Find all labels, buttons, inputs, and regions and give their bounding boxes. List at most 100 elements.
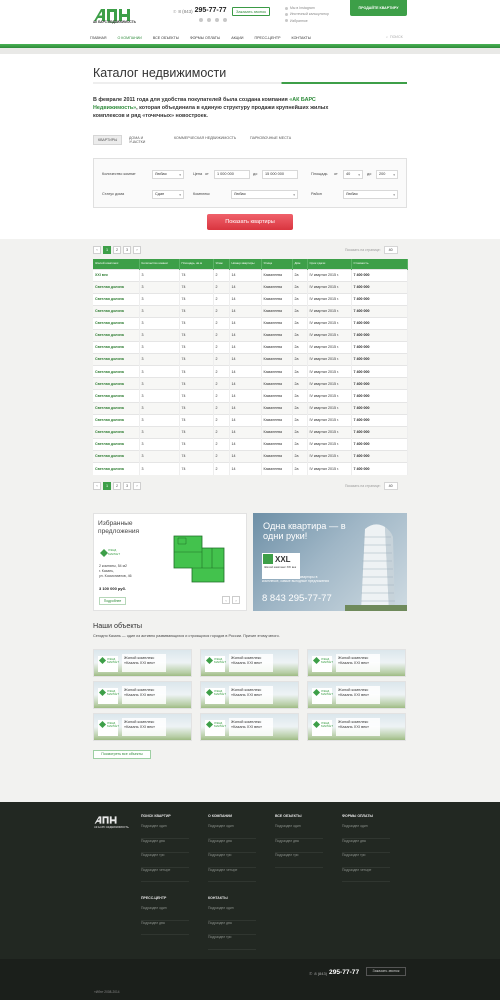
floor-plan-image[interactable]: [164, 524, 236, 596]
object-card[interactable]: ЛЭНД МАРКЕТ Жилой комплекс «Казань XXI ве…: [200, 649, 299, 677]
object-card[interactable]: ЛЭНД МАРКЕТ Жилой комплекс «Казань XXI ве…: [93, 681, 192, 709]
next-page-button[interactable]: ›: [133, 482, 141, 490]
table-row[interactable]: Светлая долина 3 74 2 14 Камалеева 2а IV кварта…: [93, 389, 408, 403]
nav-item-home[interactable]: ГЛАВНАЯ: [90, 36, 106, 40]
table-row[interactable]: Светлая долина 3 74 2 14 Камалеева 2а IV кварта…: [93, 328, 408, 342]
footer-link[interactable]: Подраздел один: [208, 906, 256, 921]
nav-item-about[interactable]: О КОМПАНИИ: [117, 36, 141, 40]
tab-apartments[interactable]: КВАРТИРЫ: [93, 135, 123, 146]
cell-complex[interactable]: Светлая долина: [93, 425, 140, 439]
tab-commercial[interactable]: КОММЕРЧЕСКАЯ НЕДВИЖИМОСТЬ: [174, 136, 236, 140]
col-header-number[interactable]: Номер квартиры: [229, 259, 262, 269]
chevron-right-icon[interactable]: ›: [232, 596, 240, 604]
footer-col-title[interactable]: ВСЕ ОБЪЕКТЫ: [275, 814, 335, 818]
table-row[interactable]: Светлая долина 3 74 2 14 Камалеева 2а IV кварта…: [93, 377, 408, 390]
object-card[interactable]: ЛЭНД МАРКЕТ Жилой комплекс «Казань XXI ве…: [200, 681, 299, 709]
object-card[interactable]: ЛЭНД МАРКЕТ Жилой комплекс «Казань XXI ве…: [93, 649, 192, 677]
table-row[interactable]: Светлая долина 3 74 2 14 Камалеева 2а IV кварта…: [93, 401, 408, 415]
footer-col-title[interactable]: ФОРМЫ ОПЛАТЫ: [342, 814, 402, 818]
table-row[interactable]: Светлая долина 3 74 2 14 Камалеева 2а IV кварта…: [93, 280, 408, 294]
promo-banner[interactable]: Одна квартира — в одни руки! XXL Жилой к…: [253, 513, 407, 611]
instagram-icon[interactable]: [223, 18, 227, 22]
nav-item-press[interactable]: ПРЕСС-ЦЕНТР: [255, 36, 281, 40]
footer-col-title[interactable]: КОНТАКТЫ: [208, 896, 268, 900]
footer-logo[interactable]: [94, 814, 122, 826]
footer-col-title[interactable]: ПОИСК КВАРТИР: [141, 814, 201, 818]
footer-link[interactable]: Подраздел четыре: [141, 868, 189, 883]
cell-complex[interactable]: Светлая долина: [93, 437, 140, 451]
table-row[interactable]: Светлая долина 3 74 2 14 Камалеева 2а IV кварта…: [93, 425, 408, 439]
footer-link[interactable]: Подраздел четыре: [208, 868, 256, 883]
footer-link[interactable]: Подраздел два: [141, 921, 189, 936]
header-link-instagram[interactable]: Мы в Instagram: [285, 6, 341, 10]
footer-link[interactable]: Подраздел один: [275, 824, 323, 839]
price-to-input[interactable]: 15 000 000: [262, 170, 298, 179]
col-header-price[interactable]: Стоимость: [351, 259, 408, 269]
footer-link[interactable]: Подраздел три: [275, 853, 323, 868]
footer-link[interactable]: Подраздел два: [342, 839, 390, 854]
footer-link[interactable]: Подраздел два: [275, 839, 323, 854]
next-page-button[interactable]: ›: [133, 246, 141, 254]
table-row[interactable]: Светлая долина 3 74 2 14 Камалеева 2а IV кварта…: [93, 437, 408, 451]
page-button-2[interactable]: 2: [113, 246, 121, 254]
cell-complex[interactable]: Светлая долина: [93, 401, 140, 415]
price-from-input[interactable]: 1 000 000: [214, 170, 250, 179]
cell-complex[interactable]: Светлая долина: [93, 316, 140, 330]
footer-link[interactable]: Подраздел два: [141, 839, 189, 854]
show-all-objects-button[interactable]: Посмотреть все объекты: [93, 750, 151, 759]
twitter-icon[interactable]: [215, 18, 219, 22]
area-to-select[interactable]: 200 ▾: [376, 170, 398, 179]
nav-item-contacts[interactable]: КОНТАКТЫ: [292, 36, 311, 40]
footer-link[interactable]: Подраздел один: [141, 906, 189, 921]
page-button-2[interactable]: 2: [113, 482, 121, 490]
offer-more-button[interactable]: Подробнее: [99, 597, 126, 605]
table-row[interactable]: Светлая долина 3 74 2 14 Камалеева 2а IV кварта…: [93, 449, 408, 463]
footer-link[interactable]: Подраздел четыре: [342, 868, 390, 883]
footer-link[interactable]: Подраздел один: [141, 824, 189, 839]
footer-link[interactable]: Подраздел три: [141, 853, 189, 868]
cell-complex[interactable]: Светлая долина: [93, 377, 140, 390]
col-header-street[interactable]: Улица: [261, 259, 293, 269]
cell-complex[interactable]: Светлая долина: [93, 365, 140, 378]
footer-col-title[interactable]: ПРЕСС-ЦЕНТР: [141, 896, 201, 900]
table-row[interactable]: Светлая долина 3 74 2 14 Камалеева 2а IV кварта…: [93, 461, 408, 475]
chevron-left-icon[interactable]: ‹: [222, 596, 230, 604]
header-link-calculator[interactable]: Ипотечный калькулятор: [285, 12, 341, 16]
tab-houses[interactable]: ДОМА И УЧАСТКИ: [129, 136, 155, 145]
table-row[interactable]: Светлая долина 3 74 2 14 Камалеева 2а IV кварта…: [93, 413, 408, 427]
footer-link[interactable]: Подраздел один: [342, 824, 390, 839]
per-page-select[interactable]: 40: [383, 246, 398, 254]
footer-callback-button[interactable]: Заказать звонок: [366, 967, 406, 976]
table-row[interactable]: Светлая долина 3 74 2 14 Камалеева 2а IV кварта…: [93, 292, 408, 306]
show-apartments-button[interactable]: Показать квартиры: [207, 214, 293, 230]
table-row[interactable]: XXI век 3 74 2 14 Камалеева 2а IV квартал 2015 …: [93, 268, 408, 282]
table-row[interactable]: Светлая долина 3 74 2 14 Камалеева 2а IV кварта…: [93, 365, 408, 378]
cell-complex[interactable]: Светлая долина: [93, 353, 140, 366]
table-row[interactable]: Светлая долина 3 74 2 14 Камалеева 2а IV кварта…: [93, 316, 408, 330]
col-header-complex[interactable]: Жилой комплекс: [93, 259, 140, 269]
per-page-select[interactable]: 40: [383, 482, 398, 490]
cell-complex[interactable]: Светлая долина: [93, 449, 140, 463]
footer-link[interactable]: Подраздел один: [208, 824, 256, 839]
cell-complex[interactable]: Светлая долина: [93, 328, 140, 342]
callback-button[interactable]: Заказать звонок: [232, 7, 270, 16]
object-card[interactable]: ЛЭНД МАРКЕТ Жилой комплекс «Казань XXI ве…: [307, 681, 406, 709]
nav-search[interactable]: ⌕ ПОИСК: [386, 35, 403, 39]
nav-item-promotions[interactable]: АКЦИИ: [231, 36, 243, 40]
cell-complex[interactable]: Светлая долина: [93, 461, 140, 475]
col-header-house[interactable]: Дом: [292, 259, 308, 269]
vk-icon[interactable]: [199, 18, 203, 22]
object-card[interactable]: ЛЭНД МАРКЕТ Жилой комплекс «Казань XXI ве…: [307, 649, 406, 677]
cell-complex[interactable]: Светлая долина: [93, 304, 140, 318]
table-row[interactable]: Светлая долина 3 74 2 14 Камалеева 2а IV кварта…: [93, 353, 408, 366]
col-header-rooms[interactable]: Количество комнат: [139, 259, 180, 269]
cell-complex[interactable]: XXI век: [93, 268, 140, 282]
object-card[interactable]: ЛЭНД МАРКЕТ Жилой комплекс «Казань XXI ве…: [200, 713, 299, 741]
area-from-select[interactable]: 40 ▾: [343, 170, 363, 179]
footer-link[interactable]: Подраздел три: [208, 853, 256, 868]
footer-col-title[interactable]: О КОМПАНИИ: [208, 814, 268, 818]
nav-item-objects[interactable]: ВСЕ ОБЪЕКТЫ: [153, 36, 179, 40]
cell-complex[interactable]: Светлая долина: [93, 389, 140, 403]
tab-parking[interactable]: ПАРКОВОЧНЫЕ МЕСТА: [250, 136, 291, 140]
page-button-3[interactable]: 3: [123, 246, 131, 254]
